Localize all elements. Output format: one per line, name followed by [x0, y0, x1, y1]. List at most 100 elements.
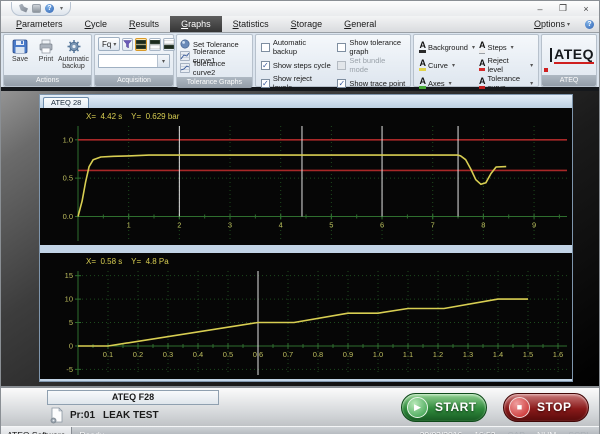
checked-checkbox-icon — [337, 79, 346, 88]
unchecked-checkbox-icon — [337, 43, 346, 52]
svg-text:1.1: 1.1 — [403, 350, 413, 359]
tab-general[interactable]: General — [333, 16, 387, 32]
run-buttons: ▶ START ■ STOP — [401, 393, 589, 422]
num-lock-indicator: NUM — [537, 430, 556, 434]
checked-checkbox-icon — [261, 79, 270, 88]
dark-bottom-graph-icon — [164, 40, 174, 49]
checkbox-label: Automatic backup — [273, 38, 332, 56]
acquisition-combobox[interactable]: ▾ — [98, 54, 170, 68]
color-swatch-icon: A — [419, 77, 426, 89]
handset-icon[interactable] — [19, 4, 28, 13]
chevron-down-icon: ▾ — [567, 21, 570, 28]
colors-grid: ABackground▾ACurve▾AAxes▾ASteps▾AReject … — [417, 37, 535, 93]
color-button-tolerance-curve[interactable]: ATolerance curve▾ — [479, 74, 533, 92]
tab-graphs[interactable]: Graphs — [170, 16, 222, 32]
svg-text:2: 2 — [177, 220, 181, 229]
tab-cycle[interactable]: Cycle — [74, 16, 119, 32]
tab-parameters[interactable]: Parameters — [5, 16, 74, 32]
caps-lock-indicator: CAP — [507, 430, 524, 434]
menubar-right: Options ▾ ? — [523, 16, 594, 32]
ateq-logo-text: ATEQ — [554, 46, 594, 64]
layout-top-graph-button[interactable] — [149, 38, 161, 51]
ribbon: Save Print — [1, 33, 599, 91]
options-menu[interactable]: Options ▾ — [523, 19, 581, 29]
actions-group-title: Actions — [4, 75, 91, 86]
svg-text:10: 10 — [65, 295, 73, 304]
chevron-down-icon: ▾ — [511, 44, 514, 51]
maximize-button[interactable]: ❐ — [552, 2, 574, 15]
layout-bottom-graph-button[interactable] — [163, 38, 175, 51]
checkbox-show-trace-point[interactable]: Show trace point — [337, 74, 405, 92]
print-icon — [38, 39, 54, 54]
quick-access-toolbar: ? ▾ — [11, 2, 71, 16]
combobox-dropdown-icon[interactable]: ▾ — [157, 55, 169, 67]
leak-graph[interactable]: 0.10.20.30.40.50.60.70.80.91.01.11.21.31… — [40, 253, 572, 379]
options-body: Automatic backupShow steps cycleShow rej… — [256, 35, 411, 95]
checkbox-automatic-backup[interactable]: Automatic backup — [261, 38, 332, 56]
color-button-steps[interactable]: ASteps▾ — [479, 38, 533, 56]
svg-text:1.5: 1.5 — [523, 350, 533, 359]
svg-text:0.8: 0.8 — [313, 350, 323, 359]
tab-label: Statistics — [233, 19, 269, 29]
tab-label: Storage — [291, 19, 323, 29]
tolerance-curve2-button[interactable]: Tolerance curve2 — [180, 62, 249, 74]
layout-both-graphs-button[interactable] — [135, 38, 147, 51]
graph-area: ATEQ 28 1234567890.00.51.0X= 4.42 s Y= 0… — [1, 91, 599, 386]
checkbox-show-steps-cycle[interactable]: Show steps cycle — [261, 56, 332, 74]
group-ateq: ATEQ ATEQ — [541, 34, 597, 87]
color-button-axes[interactable]: AAxes▾ — [419, 74, 475, 92]
tab-statistics[interactable]: Statistics — [222, 16, 280, 32]
machine-bar: ATEQ F28 Pr:01LEAK TEST ▶ START ■ — [1, 386, 599, 426]
color-swatch-icon: A — [419, 59, 426, 71]
color-swatch-icon: A — [479, 41, 486, 53]
color-button-background[interactable]: ABackground▾ — [419, 38, 475, 56]
checkbox-show-tolerance-graph[interactable]: Show tolerance graph — [337, 38, 405, 56]
graph-tab-ateq-28[interactable]: ATEQ 28 — [43, 97, 89, 108]
fq-button[interactable]: Fq ▾ — [98, 37, 120, 51]
checkbox-label: Set bundle mode — [349, 56, 405, 74]
color-button-curve[interactable]: ACurve▾ — [419, 56, 475, 74]
save-button[interactable]: Save — [7, 37, 33, 73]
quick-access-dropdown-icon[interactable]: ▾ — [60, 5, 63, 12]
program-document-icon[interactable] — [49, 407, 64, 424]
chevron-down-icon: ▾ — [113, 41, 116, 48]
svg-text:6: 6 — [380, 220, 384, 229]
stop-button-label: STOP — [537, 400, 571, 414]
start-button[interactable]: ▶ START — [401, 393, 487, 422]
automatic-backup-button[interactable]: Automatic backup — [59, 37, 88, 73]
stop-button[interactable]: ■ STOP — [503, 393, 589, 422]
help-icon[interactable]: ? — [45, 4, 54, 13]
svg-text:X= 0.58 s Y= 4.8 Pa: X= 0.58 s Y= 4.8 Pa — [86, 257, 169, 266]
unchecked-checkbox-icon — [261, 43, 270, 52]
ateq-logo: ATEQ — [542, 35, 596, 75]
acquisition-group-title: Acquisition — [95, 75, 173, 86]
chevron-down-icon: ▾ — [530, 80, 533, 87]
filter-button[interactable] — [122, 38, 133, 51]
color-button-reject-level[interactable]: AReject level▾ — [479, 56, 533, 74]
tab-storage[interactable]: Storage — [280, 16, 334, 32]
options-menu-label: Options — [534, 19, 565, 29]
checked-checkbox-icon — [261, 61, 270, 70]
tab-results[interactable]: Results — [118, 16, 170, 32]
checkbox-label: Show trace point — [349, 79, 405, 88]
color-button-label: Tolerance curve — [487, 74, 526, 92]
minimize-button[interactable]: – — [529, 2, 551, 15]
ribbon-help-icon[interactable]: ? — [585, 20, 594, 29]
two-dark-graphs-icon — [136, 40, 146, 49]
close-button[interactable]: × — [575, 2, 597, 15]
ateq-logo-dot — [544, 68, 548, 72]
program-row: Pr:01LEAK TEST — [49, 407, 219, 424]
funnel-icon — [123, 40, 132, 49]
gear-icon — [66, 39, 82, 54]
svg-text:1.4: 1.4 — [493, 350, 503, 359]
program-text: Pr:01LEAK TEST — [70, 410, 159, 421]
tab-label: Results — [129, 19, 159, 29]
svg-text:1.3: 1.3 — [463, 350, 473, 359]
checkbox-show-reject-levels[interactable]: Show reject levels — [261, 74, 332, 92]
printer-icon[interactable] — [32, 4, 41, 13]
start-button-label: START — [435, 400, 477, 414]
chevron-down-icon: ▾ — [452, 62, 455, 69]
pressure-graph[interactable]: 1234567890.00.51.0X= 4.42 s Y= 0.629 bar — [40, 108, 572, 245]
svg-text:0.5: 0.5 — [223, 350, 233, 359]
print-button[interactable]: Print — [33, 37, 59, 73]
